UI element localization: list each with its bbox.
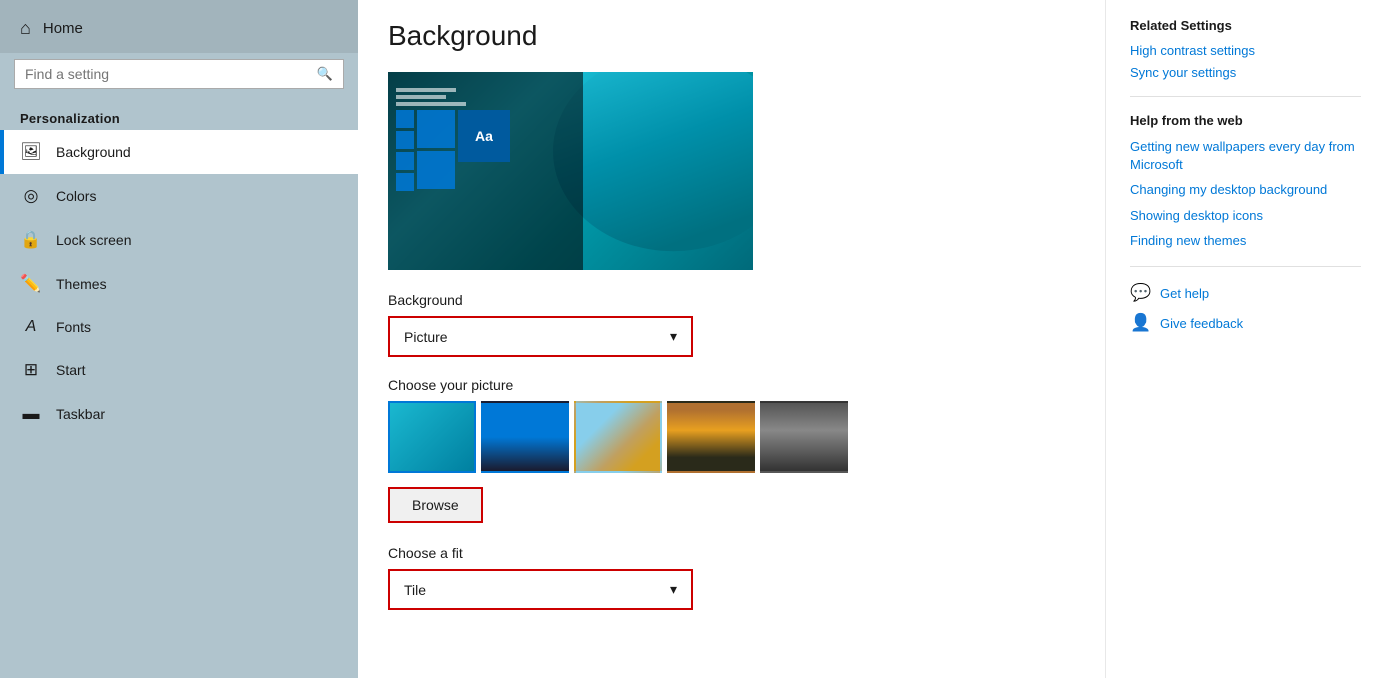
related-link-high-contrast[interactable]: High contrast settings [1130, 43, 1361, 58]
get-help-link[interactable]: Get help [1160, 286, 1209, 301]
search-box[interactable]: 🔍 [14, 59, 344, 89]
give-feedback-icon: 👤 [1130, 313, 1152, 335]
background-dropdown[interactable]: Picture ▾ [388, 316, 693, 357]
picture-thumb-2[interactable] [481, 401, 569, 473]
sidebar-item-label: Taskbar [56, 406, 105, 422]
main-content: Background Aa [358, 0, 1105, 678]
right-panel: Related Settings High contrast settings … [1105, 0, 1385, 678]
sidebar-item-lock-screen[interactable]: 🔒 Lock screen [0, 218, 358, 262]
fit-dropdown-chevron-icon: ▾ [670, 581, 677, 598]
preview-bar-3 [396, 102, 466, 106]
fit-dropdown-value: Tile [404, 582, 426, 598]
sidebar-item-label: Start [56, 362, 86, 378]
picture-thumb-3[interactable] [574, 401, 662, 473]
preview-bar-2 [396, 95, 446, 99]
background-dropdown-chevron-icon: ▾ [670, 328, 677, 345]
fonts-icon: A [20, 318, 42, 336]
help-link-wallpapers[interactable]: Getting new wallpapers every day from Mi… [1130, 138, 1361, 174]
sidebar-item-label: Background [56, 144, 131, 160]
picture-grid [388, 401, 1055, 473]
get-help-row[interactable]: 💬 Get help [1130, 283, 1361, 305]
lock-icon: 🔒 [20, 230, 42, 250]
search-input[interactable] [25, 66, 317, 82]
divider-1 [1130, 96, 1361, 97]
preview-overlay: Aa [388, 72, 583, 270]
taskbar-icon: ▬ [20, 404, 42, 424]
sidebar-item-label: Themes [56, 276, 107, 292]
sidebar-item-start[interactable]: ⊞ Start [0, 348, 358, 392]
sidebar-item-background[interactable]: 🖼 Background [0, 130, 358, 174]
background-dropdown-label: Background [388, 292, 1055, 308]
picture-thumb-5[interactable] [760, 401, 848, 473]
preview-tile-sm-2 [396, 131, 414, 149]
preview-tiles-row: Aa [396, 110, 510, 191]
divider-2 [1130, 266, 1361, 267]
help-from-web-title: Help from the web [1130, 113, 1361, 128]
help-link-desktop-bg[interactable]: Changing my desktop background [1130, 181, 1361, 199]
choose-fit-label: Choose a fit [388, 545, 1055, 561]
browse-button[interactable]: Browse [388, 487, 483, 523]
preview-tile-med-2 [417, 151, 455, 189]
get-help-icon: 💬 [1130, 283, 1152, 305]
home-label: Home [43, 20, 83, 37]
choose-picture-label: Choose your picture [388, 377, 1055, 393]
picture-thumb-4[interactable] [667, 401, 755, 473]
preview-tile-sm-4 [396, 173, 414, 191]
sidebar-item-fonts[interactable]: A Fonts [0, 306, 358, 348]
sidebar-item-label: Colors [56, 188, 96, 204]
sidebar-home-button[interactable]: ⌂ Home [0, 0, 358, 53]
background-dropdown-value: Picture [404, 329, 448, 345]
picture-thumb-1[interactable] [388, 401, 476, 473]
sidebar-item-themes[interactable]: ✏️ Themes [0, 262, 358, 306]
help-link-desktop-icons[interactable]: Showing desktop icons [1130, 207, 1361, 225]
help-link-new-themes[interactable]: Finding new themes [1130, 232, 1361, 250]
preview-bars [396, 88, 466, 106]
background-icon: 🖼 [20, 142, 42, 162]
sidebar-item-taskbar[interactable]: ▬ Taskbar [0, 392, 358, 436]
related-link-sync-settings[interactable]: Sync your settings [1130, 65, 1361, 80]
preview-tile-sm-3 [396, 152, 414, 170]
home-icon: ⌂ [20, 18, 31, 39]
page-title: Background [388, 20, 1055, 52]
sidebar-item-colors[interactable]: ◎ Colors [0, 174, 358, 218]
give-feedback-row[interactable]: 👤 Give feedback [1130, 313, 1361, 335]
preview-tile-med-1 [417, 110, 455, 148]
give-feedback-link[interactable]: Give feedback [1160, 316, 1243, 331]
search-icon: 🔍 [317, 66, 333, 82]
fit-dropdown[interactable]: Tile ▾ [388, 569, 693, 610]
sidebar-item-label: Fonts [56, 319, 91, 335]
background-preview: Aa [388, 72, 753, 270]
personalization-section-title: Personalization [0, 103, 358, 130]
preview-tile-aa: Aa [458, 110, 510, 162]
preview-tile-sm-1 [396, 110, 414, 128]
colors-icon: ◎ [20, 186, 42, 206]
start-icon: ⊞ [20, 360, 42, 380]
themes-icon: ✏️ [20, 274, 42, 294]
preview-bar-1 [396, 88, 456, 92]
related-settings-title: Related Settings [1130, 18, 1361, 33]
sidebar-item-label: Lock screen [56, 232, 131, 248]
sidebar: ⌂ Home 🔍 Personalization 🖼 Background ◎ … [0, 0, 358, 678]
